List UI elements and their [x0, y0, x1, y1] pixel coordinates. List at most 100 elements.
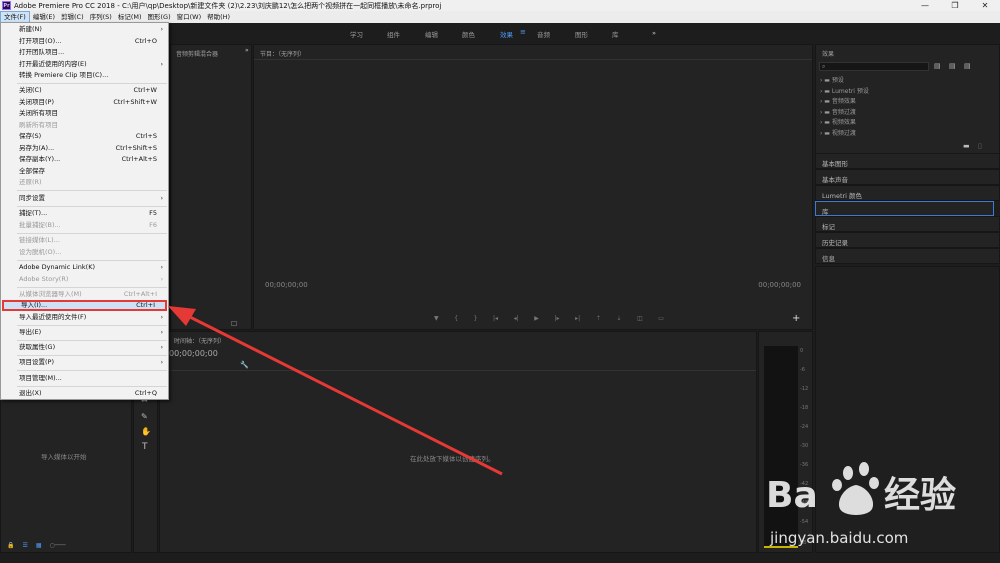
audio-clip-mixer-panel: 音频剪辑混合器 » — [170, 44, 252, 330]
menu-item-sync-settings[interactable]: 同步设置 › — [2, 193, 167, 204]
add-button-icon[interactable]: + — [792, 313, 800, 324]
svg-text:经验: 经验 — [884, 475, 956, 516]
right-panel-stack: 基本图形 基本声音 Lumetri 颜色 库 标记 历史记录 信息 — [815, 153, 1000, 265]
project-footer-tools: 🔒 ☰ ▦ ○─── — [7, 542, 66, 549]
panel-history[interactable]: 历史记录 — [815, 232, 1000, 248]
export-frame-icon[interactable] — [231, 321, 237, 326]
workspace-more-icon[interactable]: » — [652, 29, 656, 37]
icon-view-icon[interactable]: ▦ — [36, 542, 42, 549]
menu-item-open-team-project[interactable]: 打开团队项目... — [2, 47, 167, 58]
play-icon[interactable]: ▶ — [534, 315, 539, 325]
program-timecode-right: 00;00;00;00 — [758, 281, 801, 289]
audio-clip-mixer-tab[interactable]: 音频剪辑混合器 — [176, 49, 218, 58]
go-to-in-icon[interactable]: |◂ — [493, 315, 498, 325]
panel-info[interactable]: 信息 — [815, 248, 1000, 264]
watermark-url: jingyan.baidu.com — [770, 529, 909, 547]
extract-icon[interactable]: ⇣ — [616, 315, 621, 325]
maximize-icon[interactable]: ❐ — [940, 0, 970, 11]
menu-item-revert: 还原(R) — [19, 178, 42, 186]
workspace-audio[interactable]: 音频 — [537, 29, 550, 39]
menu-item-close-project[interactable]: 关闭项目(P) Ctrl+Shift+W — [2, 97, 167, 108]
effects-folder-item[interactable]: › ▬ Lumetri 预设 — [820, 87, 869, 98]
menu-window[interactable]: 窗口(W) — [174, 11, 205, 23]
menu-item-open-recent[interactable]: 打开最近使用的内容(E) › — [2, 59, 167, 70]
menu-item-get-properties[interactable]: 获取属性(G) › — [2, 342, 167, 353]
menu-item-save-as[interactable]: 另存为(A)... Ctrl+Shift+S — [2, 143, 167, 154]
lock-icon[interactable]: 🔒 — [7, 542, 14, 549]
step-back-icon[interactable]: ◂| — [514, 315, 519, 325]
panel-lumetri-color[interactable]: Lumetri 颜色 — [815, 185, 1000, 201]
panel-libraries[interactable]: 库 — [815, 201, 994, 216]
baidu-logo-icon: Ba 经验 — [766, 462, 956, 516]
workspace-menu-icon[interactable]: ≡ — [520, 28, 526, 36]
menu-item-new[interactable]: 新建(N) › — [2, 24, 167, 35]
pen-tool-icon[interactable]: ✎ — [141, 412, 148, 421]
panel-essential-sound[interactable]: 基本声音 — [815, 169, 1000, 185]
panel-essential-graphics[interactable]: 基本图形 — [815, 153, 1000, 169]
menu-help[interactable]: 帮助(H) — [204, 11, 233, 23]
menu-item-open-project[interactable]: 打开项目(O)... Ctrl+O — [2, 36, 167, 47]
workspace-learn[interactable]: 学习 — [350, 29, 363, 39]
lift-icon[interactable]: ⇡ — [596, 315, 601, 325]
wrench-icon[interactable]: 🔧 — [240, 361, 249, 369]
workspace-graphics[interactable]: 图形 — [575, 29, 588, 39]
add-marker-icon[interactable]: ▼ — [434, 315, 439, 325]
mark-in-icon[interactable]: { — [454, 315, 458, 325]
menu-item-save[interactable]: 保存(S) Ctrl+S — [2, 131, 167, 142]
32bit-effects-icon[interactable]: ▤ — [949, 62, 956, 70]
premiere-app-icon: Pr — [2, 1, 11, 10]
effects-search-input[interactable]: ⌕ — [819, 62, 929, 71]
workspace-effects[interactable]: 效果 — [500, 29, 513, 39]
menu-item-close-all[interactable]: 关闭所有项目 — [2, 108, 167, 119]
step-forward-icon[interactable]: |▸ — [554, 315, 559, 325]
menu-item-import-recent[interactable]: 导入最近使用的文件(F) › — [2, 312, 167, 323]
zoom-slider-icon[interactable]: ○─── — [50, 542, 66, 549]
menu-item-import[interactable]: 导入(I)... Ctrl+I — [2, 300, 167, 311]
effects-folder-item[interactable]: › ▬ 音频过渡 — [820, 108, 869, 119]
effects-folder-item[interactable]: › ▬ 视频过渡 — [820, 129, 869, 140]
export-frame-icon[interactable]: ◫ — [637, 315, 643, 325]
menu-item-import-from-browser: 从媒体浏览器导入(M) Ctrl+Alt+I — [19, 290, 157, 298]
button-editor-icon[interactable]: ▭ — [658, 315, 664, 325]
workspace-editing[interactable]: 编辑 — [425, 29, 438, 39]
type-tool-icon[interactable]: T — [142, 442, 148, 452]
workspace-libraries[interactable]: 库 — [612, 29, 619, 39]
effects-tab[interactable]: 效果 — [822, 49, 834, 58]
title-bar: Pr Adobe Premiere Pro CC 2018 - C:\用户\qp… — [0, 0, 1000, 11]
workspace-assembly[interactable]: 组件 — [387, 29, 400, 39]
new-bin-icon[interactable]: ▬ — [963, 142, 970, 150]
go-to-out-icon[interactable]: ▸| — [575, 315, 580, 325]
effects-folder-item[interactable]: › ▬ 音频效果 — [820, 97, 869, 108]
hand-tool-icon[interactable]: ✋ — [141, 427, 151, 436]
menu-item-save-copy[interactable]: 保存副本(Y)... Ctrl+Alt+S — [2, 154, 167, 165]
workspace-color[interactable]: 颜色 — [462, 29, 475, 39]
mark-out-icon[interactable]: } — [474, 315, 478, 325]
menu-item-save-all[interactable]: 全部保存 — [2, 166, 167, 177]
effects-folder-item[interactable]: › ▬ 视频效果 — [820, 118, 869, 129]
delete-icon[interactable]: ▯ — [978, 142, 982, 150]
effects-folder-list: › ▬ 预设 › ▬ Lumetri 预设 › ▬ 音频效果 › ▬ 音频过渡 … — [820, 76, 869, 139]
timeline-tab[interactable]: 时间轴：（无序列） — [174, 336, 225, 345]
close-icon[interactable]: ✕ — [970, 0, 1000, 11]
panel-markers[interactable]: 标记 — [815, 216, 1000, 232]
menu-item-capture[interactable]: 捕捉(T)... F5 — [2, 208, 167, 219]
svg-text:Ba: Ba — [766, 475, 818, 516]
menu-item-project-manager[interactable]: 项目管理(M)... — [2, 373, 167, 384]
menu-item-exit[interactable]: 退出(X) Ctrl+Q — [2, 388, 167, 399]
menu-item-dynamic-link[interactable]: Adobe Dynamic Link(K) › — [2, 262, 167, 273]
menu-item-refresh-all: 刷新所有项目 — [19, 121, 58, 129]
effects-folder-item[interactable]: › ▬ 预设 — [820, 76, 869, 87]
menu-item-convert-clip[interactable]: 转换 Premiere Clip 项目(C)... — [2, 70, 167, 81]
panel-overflow-icon[interactable]: » — [245, 47, 249, 54]
program-monitor-tab[interactable]: 节目：（无序列） — [260, 49, 305, 58]
menu-item-batch-capture: 批量捕捉(B)... F6 — [19, 221, 157, 229]
menu-item-close[interactable]: 关闭(C) Ctrl+W — [2, 85, 167, 96]
file-menu-dropdown: 新建(N) › 打开项目(O)... Ctrl+O 打开团队项目... 打开最近使用… — [0, 22, 169, 400]
menu-item-project-settings[interactable]: 项目设置(P) › — [2, 357, 167, 368]
yuv-effects-icon[interactable]: ▤ — [964, 62, 971, 70]
timeline-timecode: 00;00;00;00 — [169, 349, 218, 358]
list-view-icon[interactable]: ☰ — [22, 542, 27, 549]
menu-item-export[interactable]: 导出(E) › — [2, 327, 167, 338]
accelerated-effects-icon[interactable]: ▤ — [934, 62, 941, 70]
minimize-icon[interactable]: — — [910, 0, 940, 11]
